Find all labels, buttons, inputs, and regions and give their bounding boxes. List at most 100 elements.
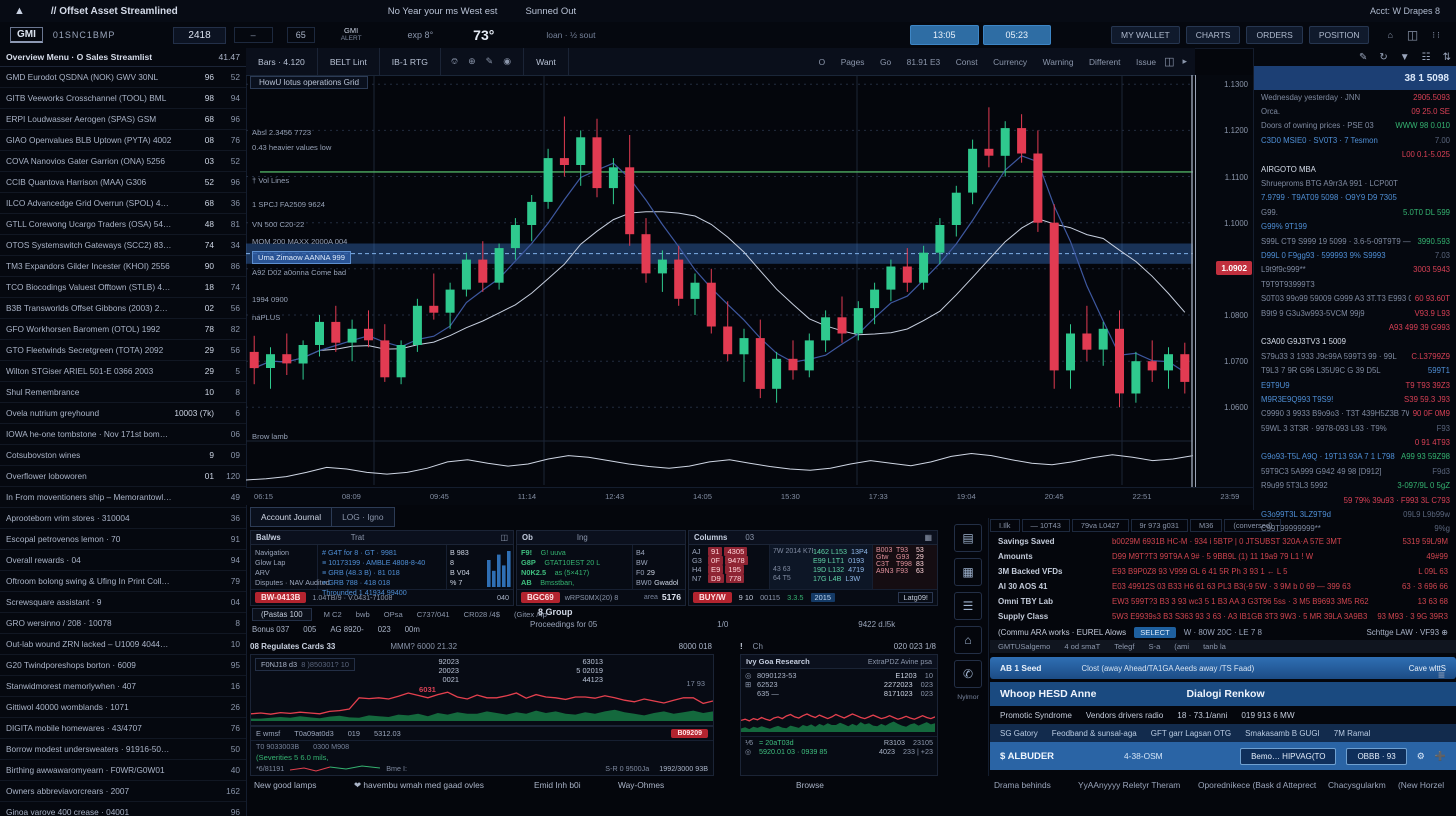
account-tab[interactable]: I.Ilk	[990, 519, 1020, 532]
watchlist-row[interactable]: GRO wersinno / 208 · 100788	[0, 613, 246, 634]
expand-icon[interactable]: ▸	[1182, 56, 1187, 67]
account-blue-bar[interactable]: AB 1 Seed Clost (away Ahead/TA1GA Aeeds …	[990, 657, 1456, 679]
watchlist-row[interactable]: Owners abbreviavorcrears · 2007162	[0, 781, 246, 802]
panelA-settings-icon[interactable]: ◫	[500, 533, 508, 542]
status-item[interactable]: (New Horzel	[1398, 780, 1444, 790]
tool-scale[interactable]: 81.91 E3	[907, 57, 941, 67]
feed-item[interactable]: T9L3 7 9R G96 L35U9C G 39 D5L599T1	[1254, 363, 1456, 377]
status-item[interactable]: Chacysgularkm	[1328, 780, 1386, 790]
chart-tab-belt[interactable]: BELT Lint	[318, 48, 380, 75]
add-icon[interactable]: ➕	[1435, 751, 1446, 762]
tool-warning[interactable]: Warning	[1043, 57, 1074, 67]
feed-item[interactable]: A93 499 39 G993	[1254, 320, 1456, 334]
position-row[interactable]: Savings Savedb0029M 6931B HC-M · 934 i 5…	[990, 534, 1456, 549]
feed-selected-row[interactable]: 38 1 5098	[1254, 66, 1456, 90]
feed-item[interactable]: 7.9799 · T9AT09 5098 · O9Y9 D9 7305	[1254, 191, 1456, 205]
candlestick-chart[interactable]	[246, 75, 1195, 487]
feed-item[interactable]: M9R3E9Q993 T9S9!S39 59.3 J93	[1254, 392, 1456, 406]
select-chip[interactable]: SELECT	[1134, 627, 1176, 638]
wallet-icon[interactable]: ▤	[954, 524, 982, 552]
watchlist-row[interactable]: DIGITA mobile homewares · 43/470776	[0, 718, 246, 739]
home-icon[interactable]: ⌂	[1387, 30, 1392, 40]
status-item[interactable]: Drama behinds	[994, 780, 1051, 790]
watchlist-row[interactable]: IOWA he-one tombstone · Nov 171st bombed…	[0, 424, 246, 445]
pastas-chip[interactable]: (Pastas 100	[252, 608, 312, 621]
watchlist-row[interactable]: GFO Workhorsen Baromem (OTOL) 19927882	[0, 319, 246, 340]
hamburger-icon[interactable]: ≡	[1438, 668, 1445, 682]
feed-item[interactable]: C3A00 G9J3TV3 1 5009	[1254, 335, 1456, 349]
menu-right[interactable]: Sunned Out	[525, 6, 576, 17]
grid-layout-icon[interactable]: ◫	[1164, 55, 1174, 68]
watchlist-row[interactable]: TCO Biocodings Valuest Offtown (STLB) 42…	[0, 277, 246, 298]
dial-control[interactable]: 65	[287, 27, 315, 43]
position-row[interactable]: 3M Backed VFDsE93 B9P0Z8 93 V999 GL 6 41…	[990, 564, 1456, 579]
feed-item[interactable]: S99L CT9 S999 19 5099 · 3.6-5-09T9T9 —39…	[1254, 234, 1456, 248]
filter-icon[interactable]: ▼	[1400, 52, 1410, 63]
feed-item[interactable]: L00 0.1-5.025	[1254, 148, 1456, 162]
watchlist-row[interactable]: Gittiwol 40000 womblands · 107126	[0, 697, 246, 718]
positions-button[interactable]: POSITION	[1309, 26, 1370, 44]
watchlist-row[interactable]: Wilton STGiser ARIEL 501-E 0366 2003295	[0, 361, 246, 382]
tab-journal[interactable]: Account Journal	[251, 508, 332, 526]
charts-button[interactable]: CHARTS	[1186, 26, 1241, 44]
quantity-input[interactable]: 2418	[173, 27, 225, 44]
crosshair-icon[interactable]: ⊕	[468, 56, 476, 67]
account-tab[interactable]: — 10T43	[1022, 519, 1070, 532]
watchlist-row[interactable]: Birthing awwawaromyearn · F0WR/G0W0140	[0, 760, 246, 781]
account-tab[interactable]: 9r 973 g031	[1131, 519, 1188, 532]
status-item[interactable]: Emid Inh b0i	[534, 780, 581, 790]
account-tab[interactable]: (conversed)	[1224, 519, 1281, 532]
feed-item[interactable]: B9t9 9 G3u3w993-5VCM 99j9V93.9 L93	[1254, 306, 1456, 320]
panelB-badge[interactable]: BGC69	[521, 592, 560, 603]
feed-item[interactable]: G9o93-T5L A9Q · 19T13 93A 7 1 L798 596A9…	[1254, 450, 1456, 464]
watchlist-row[interactable]: Borrow modest undersweaters · 91916-504 …	[0, 739, 246, 760]
refresh-feed-icon[interactable]: ↻	[1379, 52, 1387, 63]
watchlist-row[interactable]: GTLL Corewong Ucargo Traders (OSA) 54494…	[0, 214, 246, 235]
position-row[interactable]: AI 30 AOS 41E03 49912S 03 B33 H6 61 63 P…	[990, 579, 1456, 594]
tool-go[interactable]: Go	[880, 57, 891, 67]
session-clock-2[interactable]: 05:23	[983, 25, 1052, 45]
feed-item[interactable]: L9t9f9c999**3003 5943	[1254, 263, 1456, 277]
feed-item[interactable]: R9u99 5T3L3 59923-097/9L 0 5gZ	[1254, 479, 1456, 493]
feed-item[interactable]: 59T9C3 5A999 G942 49 98 [D912]F9d3	[1254, 464, 1456, 478]
feed-item[interactable]: Orca.09 25.0 SE	[1254, 104, 1456, 118]
chart-canvas[interactable]: Absl 2.3456 77230.43 heavier values low†…	[246, 75, 1195, 487]
feed-item[interactable]: D99L 0 F9gg93 · 599993 9% S99937.03	[1254, 248, 1456, 262]
feed-item[interactable]: T9T9T93999T3	[1254, 277, 1456, 291]
watchlist-row[interactable]: ILCO Advancedge Grid Overrun (SPOL) 4032…	[0, 193, 246, 214]
feed-item[interactable]: 0 91 4T93	[1254, 435, 1456, 449]
watchlist-row[interactable]: Out-lab wound ZRN lacked – U1009 404444 …	[0, 634, 246, 655]
feed-item[interactable]: Doors of owning prices · PSE 03WWW 98 0.…	[1254, 119, 1456, 133]
tool-different[interactable]: Different	[1089, 57, 1121, 67]
watchlist-row[interactable]: Escopal petrovenos lemon · 7091	[0, 529, 246, 550]
feed-item[interactable]: E9T9U9T9 T93 39Z3	[1254, 378, 1456, 392]
chart-tab-want[interactable]: Want	[523, 48, 569, 75]
watchlist-row[interactable]: Screwsquare assistant · 904	[0, 592, 246, 613]
watchlist-row[interactable]: G20 Twindporeshops borton · 600995	[0, 655, 246, 676]
watchlist-row[interactable]: GMD Eurodot QSDNA (NOK) GWV 30NL9652	[0, 67, 246, 88]
list-icon[interactable]: ☰	[954, 592, 982, 620]
tool-pages[interactable]: Pages	[841, 57, 865, 67]
watchlist-row[interactable]: Oftroom bolong swing & Ufing In Print Co…	[0, 571, 246, 592]
phone-icon[interactable]: ✆	[954, 660, 982, 688]
grid-icon[interactable]: ▦	[954, 558, 982, 586]
alert-widget[interactable]: GMI ALERT	[341, 27, 362, 43]
watchlist-row[interactable]: CCIB Quantova Harrison (MAA) G3065296	[0, 172, 246, 193]
tool-o[interactable]: O	[819, 57, 826, 67]
sort-icon[interactable]: ⇅	[1443, 52, 1451, 63]
feed-item[interactable]: 59WL 3 3T3R · 9978-093 L93 · T9%F93	[1254, 421, 1456, 435]
watchlist-row[interactable]: GIAO Openvalues BLB Uptown (PYTA) 400208…	[0, 130, 246, 151]
chartD-legend-chip[interactable]: F0NJ18 d3 8 )850301? 10	[255, 658, 355, 671]
signal-icon[interactable]: ☷	[1422, 52, 1431, 63]
chartD-sub-badge[interactable]: B09209	[671, 729, 708, 738]
feed-item[interactable]: S79u33 3 1933 J9c99A 599T3 99 · 99LC.L37…	[1254, 349, 1456, 363]
tool-currency[interactable]: Currency	[993, 57, 1027, 67]
watchlist-row[interactable]: Ovela nutrium greyhound10003 (7k)6	[0, 403, 246, 424]
feed-item[interactable]: AIRGOTO MBA	[1254, 162, 1456, 176]
tab-log[interactable]: LOG · Igno	[332, 508, 393, 526]
session-clock-1[interactable]: 13:05	[910, 25, 979, 45]
feed-item[interactable]: S0T03 99o99 59009 G999 A3 3T.T3 E993 096…	[1254, 291, 1456, 305]
position-row[interactable]: AmountsD99 M9T?T3 99T9A A 9# · 5 9BB9L (…	[990, 549, 1456, 564]
watchlist-row[interactable]: ERPI Loudwasser Aerogen (SPAS) GSM6896	[0, 109, 246, 130]
compose-icon[interactable]: ✎	[1359, 52, 1367, 63]
